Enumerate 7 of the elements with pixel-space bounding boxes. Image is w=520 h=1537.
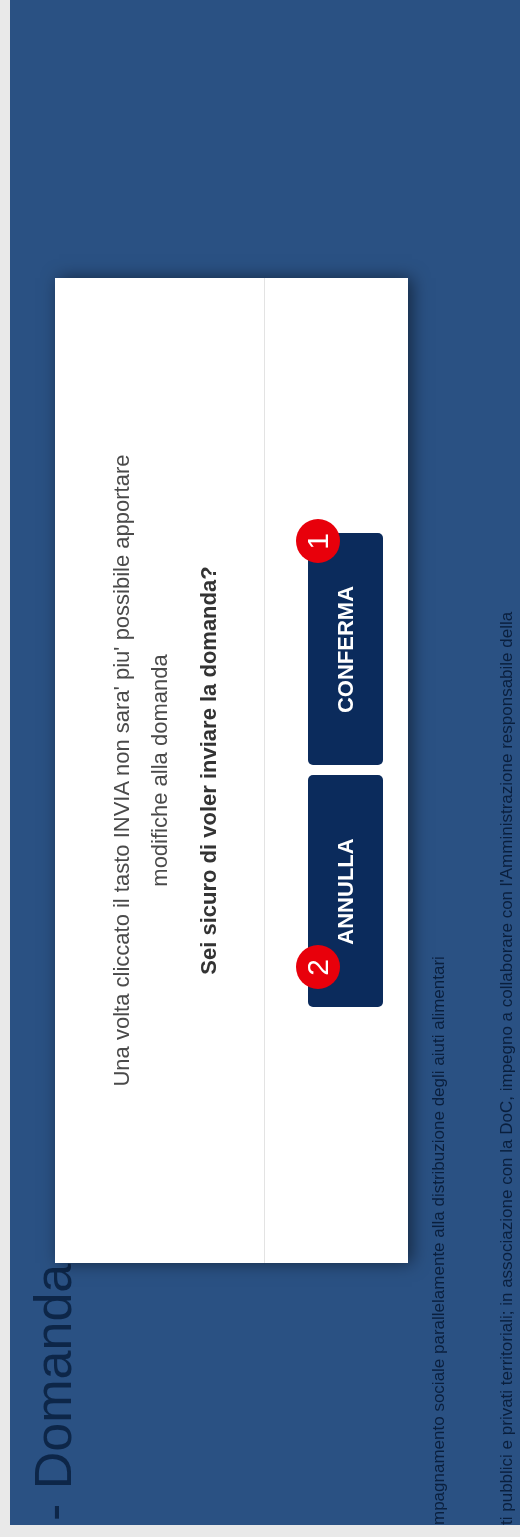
dialog-message: Una volta cliccato il tasto INVIA non sara' piu' possibile apportare modifiche alla domanda (108, 453, 173, 1089)
body-text: ti pubblici e privati territoriali; in associazione con la DoC, impegno a collaborare con l'Amministrazione responsabile della (496, 610, 517, 1525)
dialog-question: Sei sicuro di voler inviare la domanda? (196, 566, 222, 975)
body-text: mpagnamento sociale parallelamente alla distribuzione degli aiuti alimentari (428, 955, 449, 1525)
number-badge: 2 (296, 945, 340, 990)
page-title: - Domanda (23, 1263, 83, 1521)
number-badge: 1 (296, 519, 340, 564)
